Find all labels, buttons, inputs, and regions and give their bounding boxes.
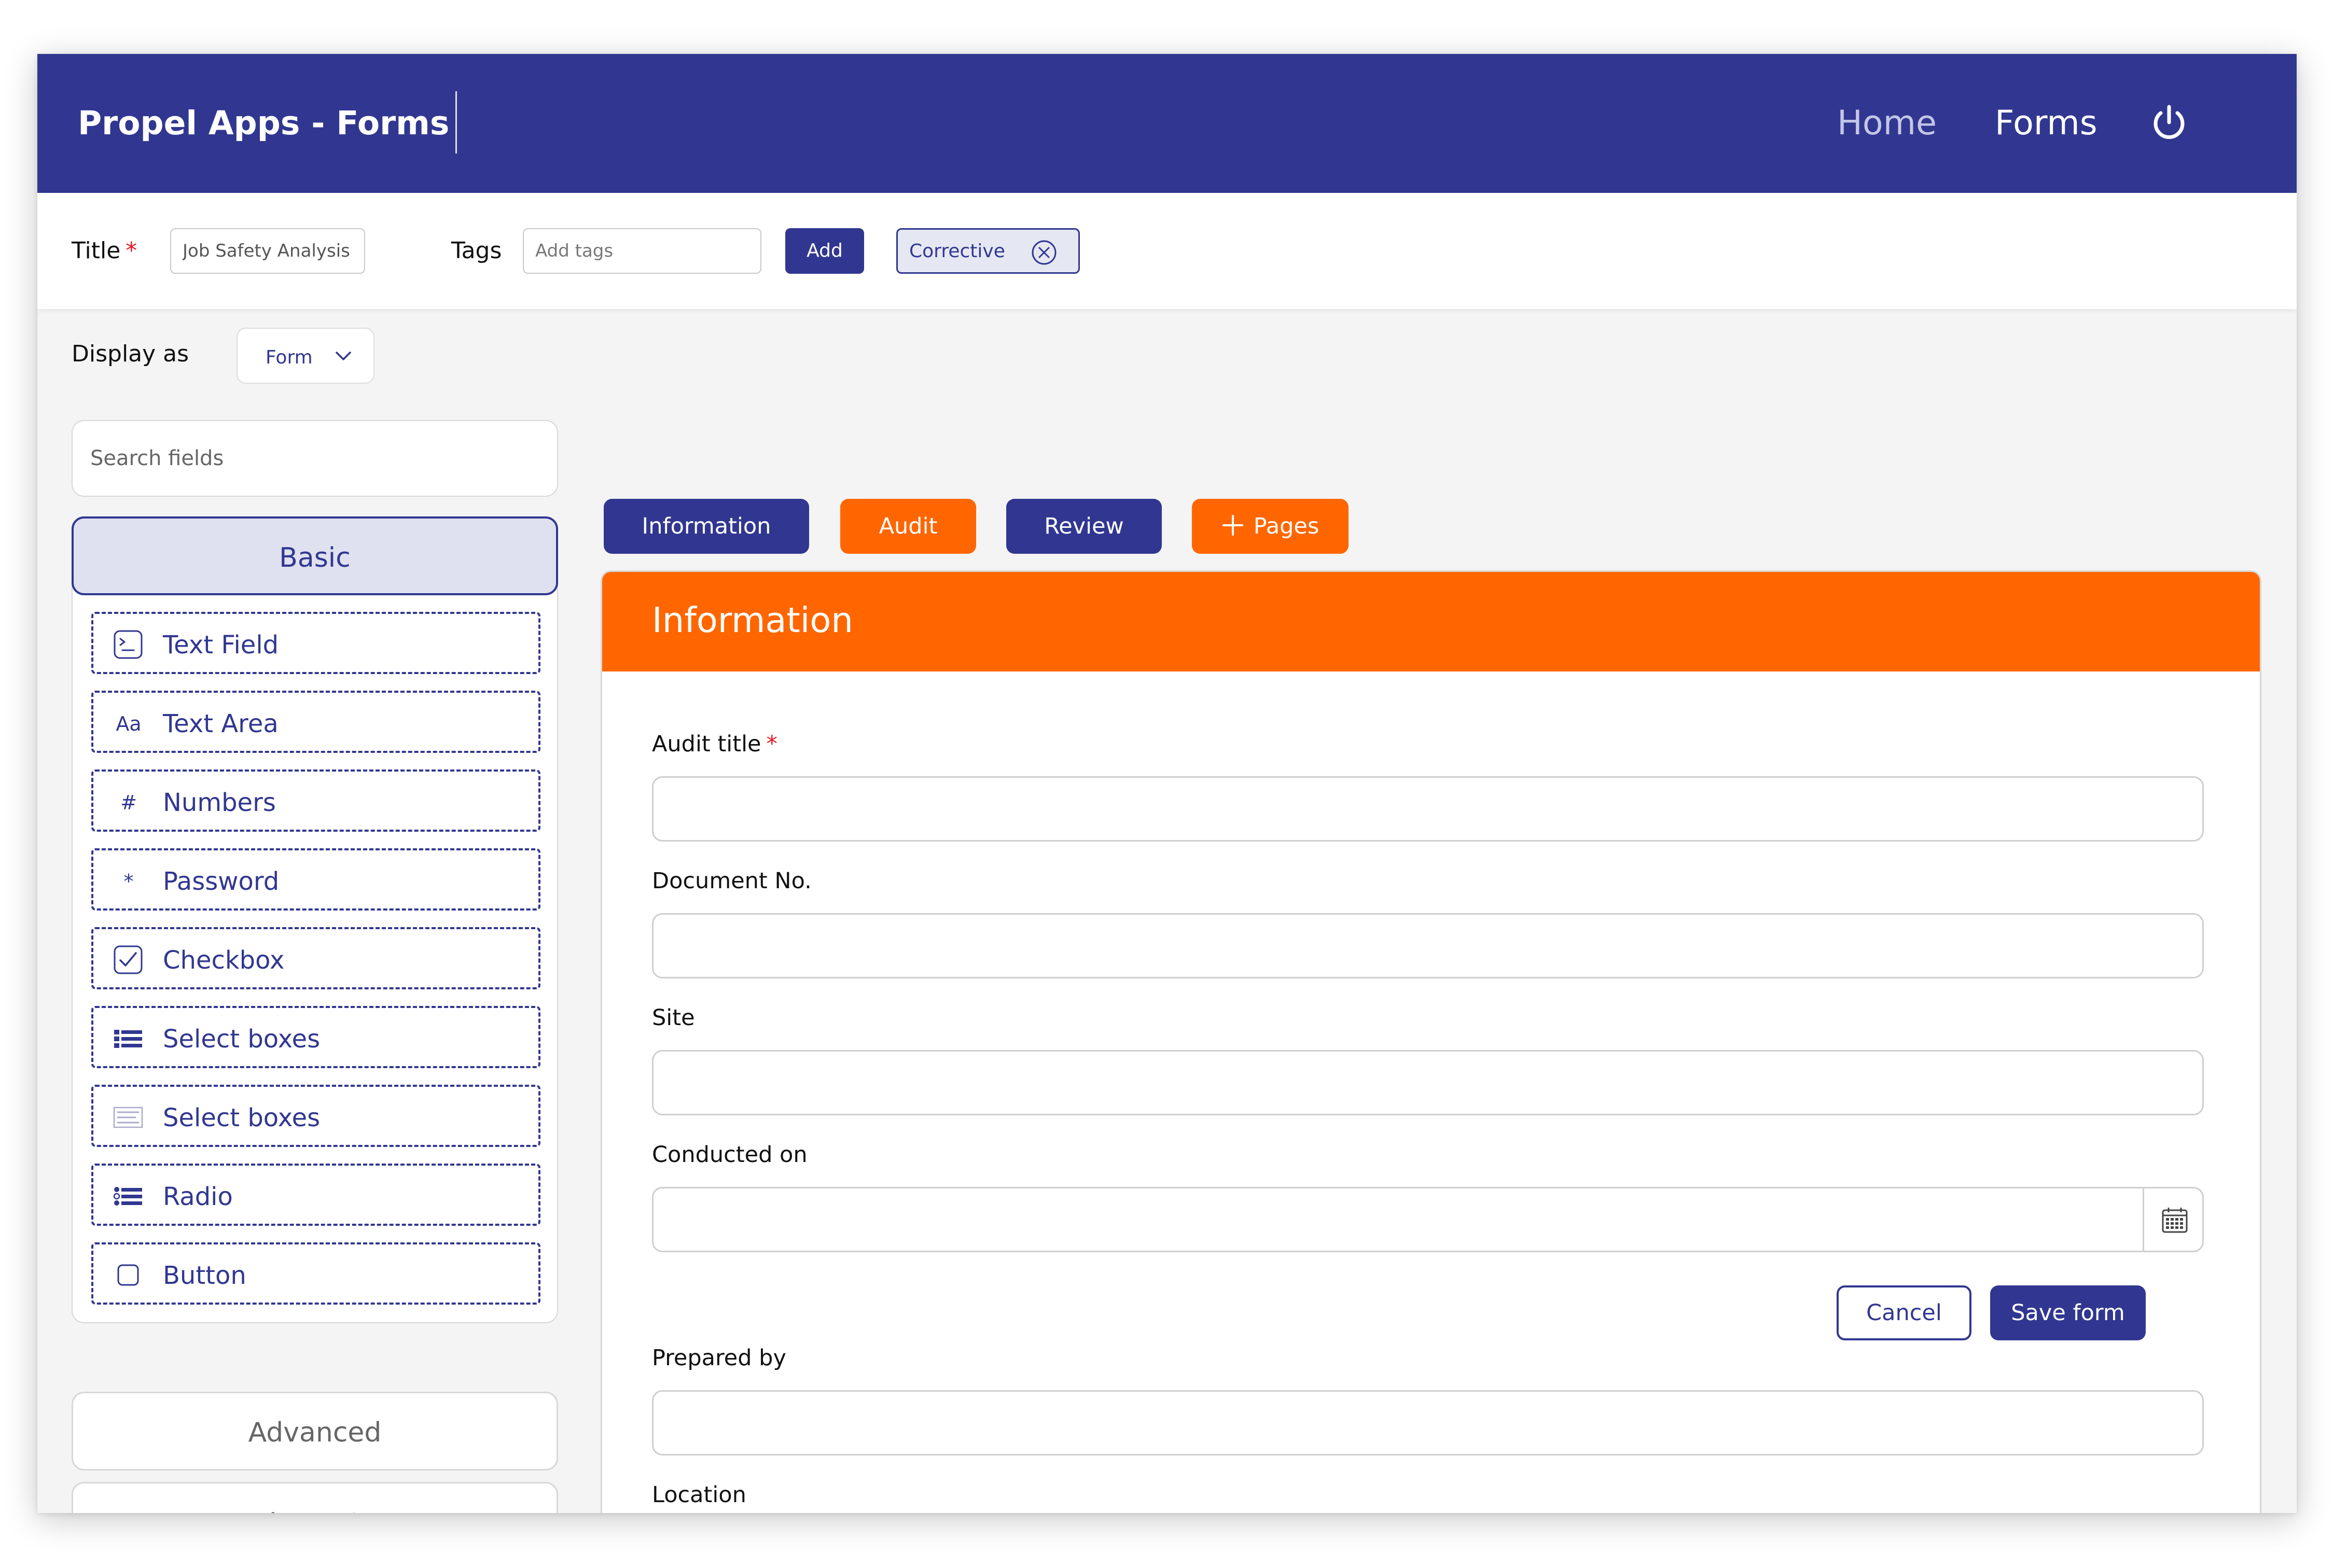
display-as-label: Display as <box>72 341 189 367</box>
component-numbers[interactable]: # Numbers <box>91 769 540 832</box>
top-navbar: Propel Apps - Forms Home Forms <box>37 54 2297 193</box>
checkbox-checked-icon <box>114 945 143 974</box>
card-title: Information <box>652 600 853 640</box>
layout-section-header[interactable]: Layout <box>72 1482 558 1513</box>
component-label: Text Area <box>163 709 279 738</box>
add-pages-button[interactable]: Pages <box>1192 499 1349 554</box>
prepared-by-label: Prepared by <box>652 1345 786 1371</box>
tab-audit[interactable]: Audit <box>840 499 976 554</box>
component-label: Numbers <box>163 788 276 817</box>
add-tag-button[interactable]: Add <box>785 228 864 274</box>
advanced-section-header[interactable]: Advanced <box>72 1392 558 1471</box>
component-password[interactable]: * Password <box>91 848 540 911</box>
asterisk-icon: * <box>123 870 134 893</box>
component-label: Radio <box>163 1182 233 1211</box>
component-text-area[interactable]: Aa Text Area <box>91 691 540 753</box>
search-fields-input[interactable] <box>72 420 558 497</box>
document-no-label: Document No. <box>652 868 812 894</box>
component-label: Select boxes <box>163 1103 321 1132</box>
display-as-value: Form <box>266 347 313 368</box>
tags-label: Tags <box>451 237 502 264</box>
advanced-section-label: Advanced <box>248 1417 382 1448</box>
component-label: Button <box>163 1261 246 1290</box>
list-bullets-icon <box>114 1030 142 1048</box>
form-preview-card: Information Audit title * Document No. Si… <box>601 570 2261 1513</box>
document-no-input[interactable] <box>652 913 2204 978</box>
form-title-input[interactable] <box>170 228 365 274</box>
audit-title-input[interactable] <box>652 776 2204 842</box>
component-label: Select boxes <box>163 1025 321 1054</box>
display-as-select[interactable]: Form <box>237 328 374 384</box>
header-divider <box>455 91 457 153</box>
nav-forms-link[interactable]: Forms <box>1995 105 2097 142</box>
conducted-on-label: Conducted on <box>652 1142 808 1168</box>
app-window: Propel Apps - Forms Home Forms Title* Ta… <box>37 54 2297 1513</box>
component-button[interactable]: Button <box>91 1242 540 1305</box>
site-label: Site <box>652 1005 695 1031</box>
tab-information[interactable]: Information <box>604 499 809 554</box>
app-title: Propel Apps - Forms <box>78 104 450 142</box>
tag-chip: Corrective <box>896 228 1080 274</box>
hash-icon: # <box>120 791 137 814</box>
component-checkbox[interactable]: Checkbox <box>91 927 540 989</box>
component-select-boxes[interactable]: Select boxes <box>91 1006 540 1068</box>
site-input[interactable] <box>652 1050 2204 1115</box>
add-pages-label: Pages <box>1253 513 1319 539</box>
component-label: Checkbox <box>163 946 285 975</box>
close-circle-icon[interactable] <box>1030 238 1059 267</box>
basic-section-label: Basic <box>279 542 351 573</box>
list-lines-icon <box>113 1107 143 1128</box>
location-label: Location <box>652 1482 746 1508</box>
plus-icon <box>1222 515 1243 536</box>
component-radio[interactable]: Radio <box>91 1164 540 1226</box>
component-select-boxes-alt[interactable]: Select boxes <box>91 1085 540 1147</box>
nav-home-link[interactable]: Home <box>1837 105 1937 142</box>
conducted-on-input[interactable] <box>652 1187 2145 1252</box>
audit-title-label: Audit title * <box>652 731 778 757</box>
square-icon <box>117 1264 139 1286</box>
tab-review[interactable]: Review <box>1006 499 1162 554</box>
chevron-down-icon <box>336 352 351 360</box>
component-label: Password <box>163 867 280 896</box>
power-icon[interactable] <box>2149 104 2189 143</box>
radio-list-icon <box>113 1187 142 1206</box>
required-mark: * <box>766 731 778 757</box>
card-header: Information <box>602 572 2260 671</box>
tag-chip-label: Corrective <box>909 241 1005 262</box>
component-text-field[interactable]: Text Field <box>91 612 540 674</box>
title-label: Title * <box>72 237 137 264</box>
tags-input[interactable] <box>523 228 761 274</box>
calendar-icon <box>2162 1208 2188 1233</box>
terminal-icon <box>114 630 143 659</box>
component-label: Text Field <box>163 631 279 660</box>
text-area-icon: Aa <box>116 712 142 735</box>
basic-section-header[interactable]: Basic <box>72 516 558 595</box>
required-mark: * <box>126 237 137 264</box>
prepared-by-input[interactable] <box>652 1390 2204 1455</box>
form-meta-bar: Title* Tags Add Corrective <box>37 193 2297 309</box>
calendar-button[interactable] <box>2143 1187 2204 1252</box>
cancel-button[interactable]: Cancel <box>1837 1285 1971 1340</box>
layout-section-label: Layout <box>73 1507 557 1513</box>
save-form-button[interactable]: Save form <box>1990 1285 2146 1340</box>
